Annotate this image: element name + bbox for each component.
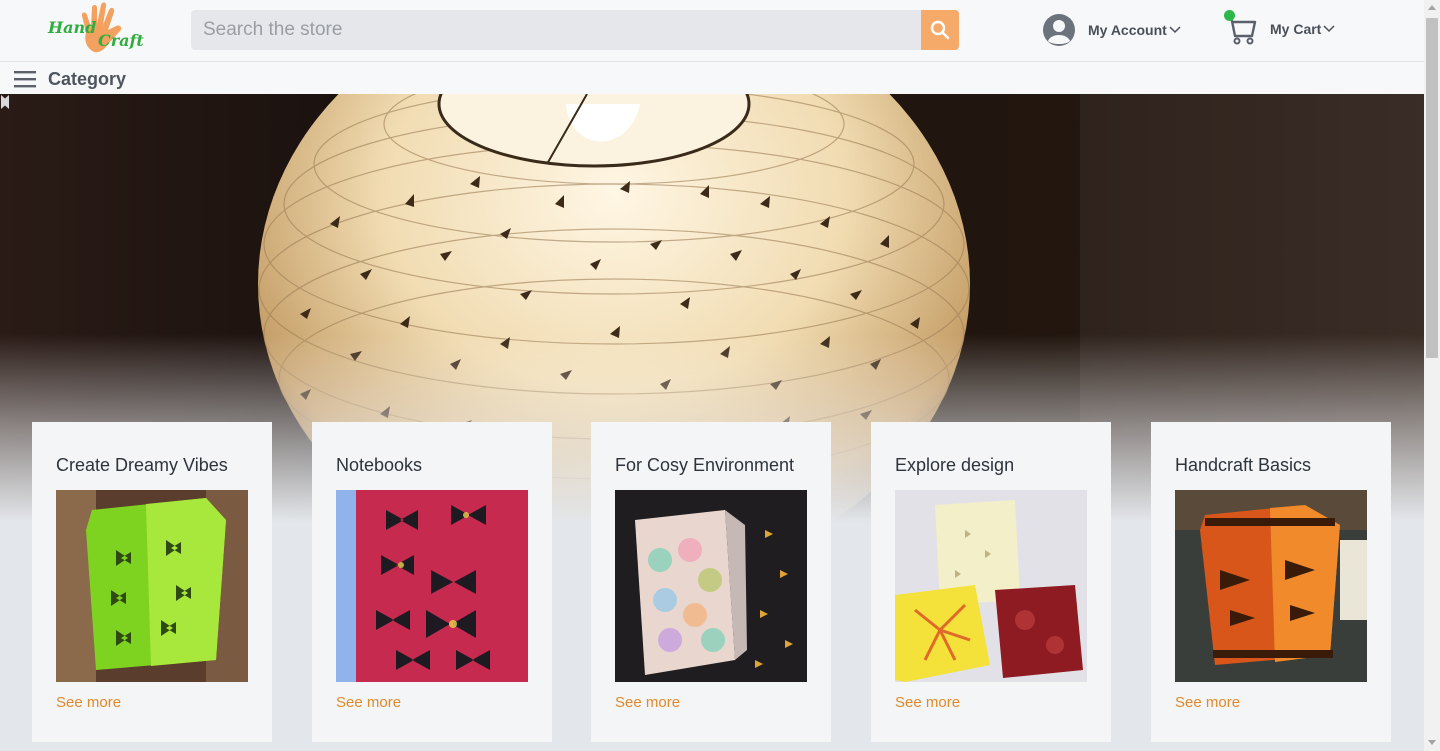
card-title: Explore design bbox=[895, 455, 1015, 475]
card-image[interactable] bbox=[336, 490, 528, 682]
card-title: Handcraft Basics bbox=[1175, 455, 1312, 475]
page-scrollbar[interactable] bbox=[1424, 0, 1440, 751]
category-card[interactable]: Notebooks See more bbox=[312, 422, 552, 742]
see-more-link[interactable]: See more bbox=[336, 694, 401, 711]
see-more-link[interactable]: See more bbox=[1175, 694, 1240, 711]
see-more-link[interactable]: See more bbox=[56, 694, 121, 711]
chevron-down-icon bbox=[1169, 26, 1181, 34]
search-input[interactable] bbox=[191, 10, 921, 50]
account-label: My Account bbox=[1088, 22, 1167, 38]
scroll-down-icon[interactable] bbox=[1428, 740, 1436, 745]
carousel-next-icon[interactable] bbox=[0, 94, 10, 110]
card-image[interactable] bbox=[895, 490, 1087, 682]
cart-badge bbox=[1224, 10, 1235, 21]
cart-label: My Cart bbox=[1270, 21, 1322, 37]
card-image[interactable] bbox=[615, 490, 807, 682]
handcraft-logo[interactable]: Hand Craft bbox=[46, 2, 152, 54]
cart-menu[interactable]: My Cart bbox=[1224, 10, 1335, 48]
card-image[interactable] bbox=[56, 490, 248, 682]
search-button[interactable] bbox=[921, 10, 959, 50]
category-card[interactable]: Create Dreamy Vibes See more bbox=[32, 422, 272, 742]
search-icon bbox=[930, 20, 950, 40]
search-bar bbox=[191, 10, 959, 50]
user-avatar-icon bbox=[1043, 14, 1075, 46]
header: Hand Craft My Account My Cart bbox=[0, 0, 1424, 62]
category-card[interactable]: Explore design See more bbox=[871, 422, 1111, 742]
svg-text:Craft: Craft bbox=[98, 31, 144, 50]
card-image[interactable] bbox=[1175, 490, 1367, 682]
see-more-link[interactable]: See more bbox=[895, 694, 960, 711]
svg-text:Hand: Hand bbox=[47, 18, 96, 37]
chevron-down-icon bbox=[1323, 25, 1335, 33]
category-card[interactable]: Handcraft Basics See more bbox=[1151, 422, 1391, 742]
account-menu[interactable]: My Account bbox=[1042, 12, 1181, 48]
orange-lantern-image bbox=[1175, 490, 1367, 682]
card-title: Create Dreamy Vibes bbox=[56, 455, 228, 475]
notebooks-image bbox=[895, 490, 1087, 682]
notebook-image bbox=[336, 490, 528, 682]
category-bar: Category bbox=[0, 62, 1424, 94]
scroll-thumb[interactable] bbox=[1426, 18, 1438, 358]
card-title: Notebooks bbox=[336, 455, 423, 475]
green-lantern-image bbox=[56, 490, 248, 682]
see-more-link[interactable]: See more bbox=[615, 694, 680, 711]
pastel-lantern-image bbox=[615, 490, 807, 682]
scroll-up-icon[interactable] bbox=[1428, 5, 1436, 10]
category-label[interactable]: Category bbox=[48, 69, 126, 90]
card-title: For Cosy Environment bbox=[615, 455, 795, 475]
hamburger-menu-icon[interactable] bbox=[14, 70, 36, 88]
category-card[interactable]: For Cosy Environment See more bbox=[591, 422, 831, 742]
